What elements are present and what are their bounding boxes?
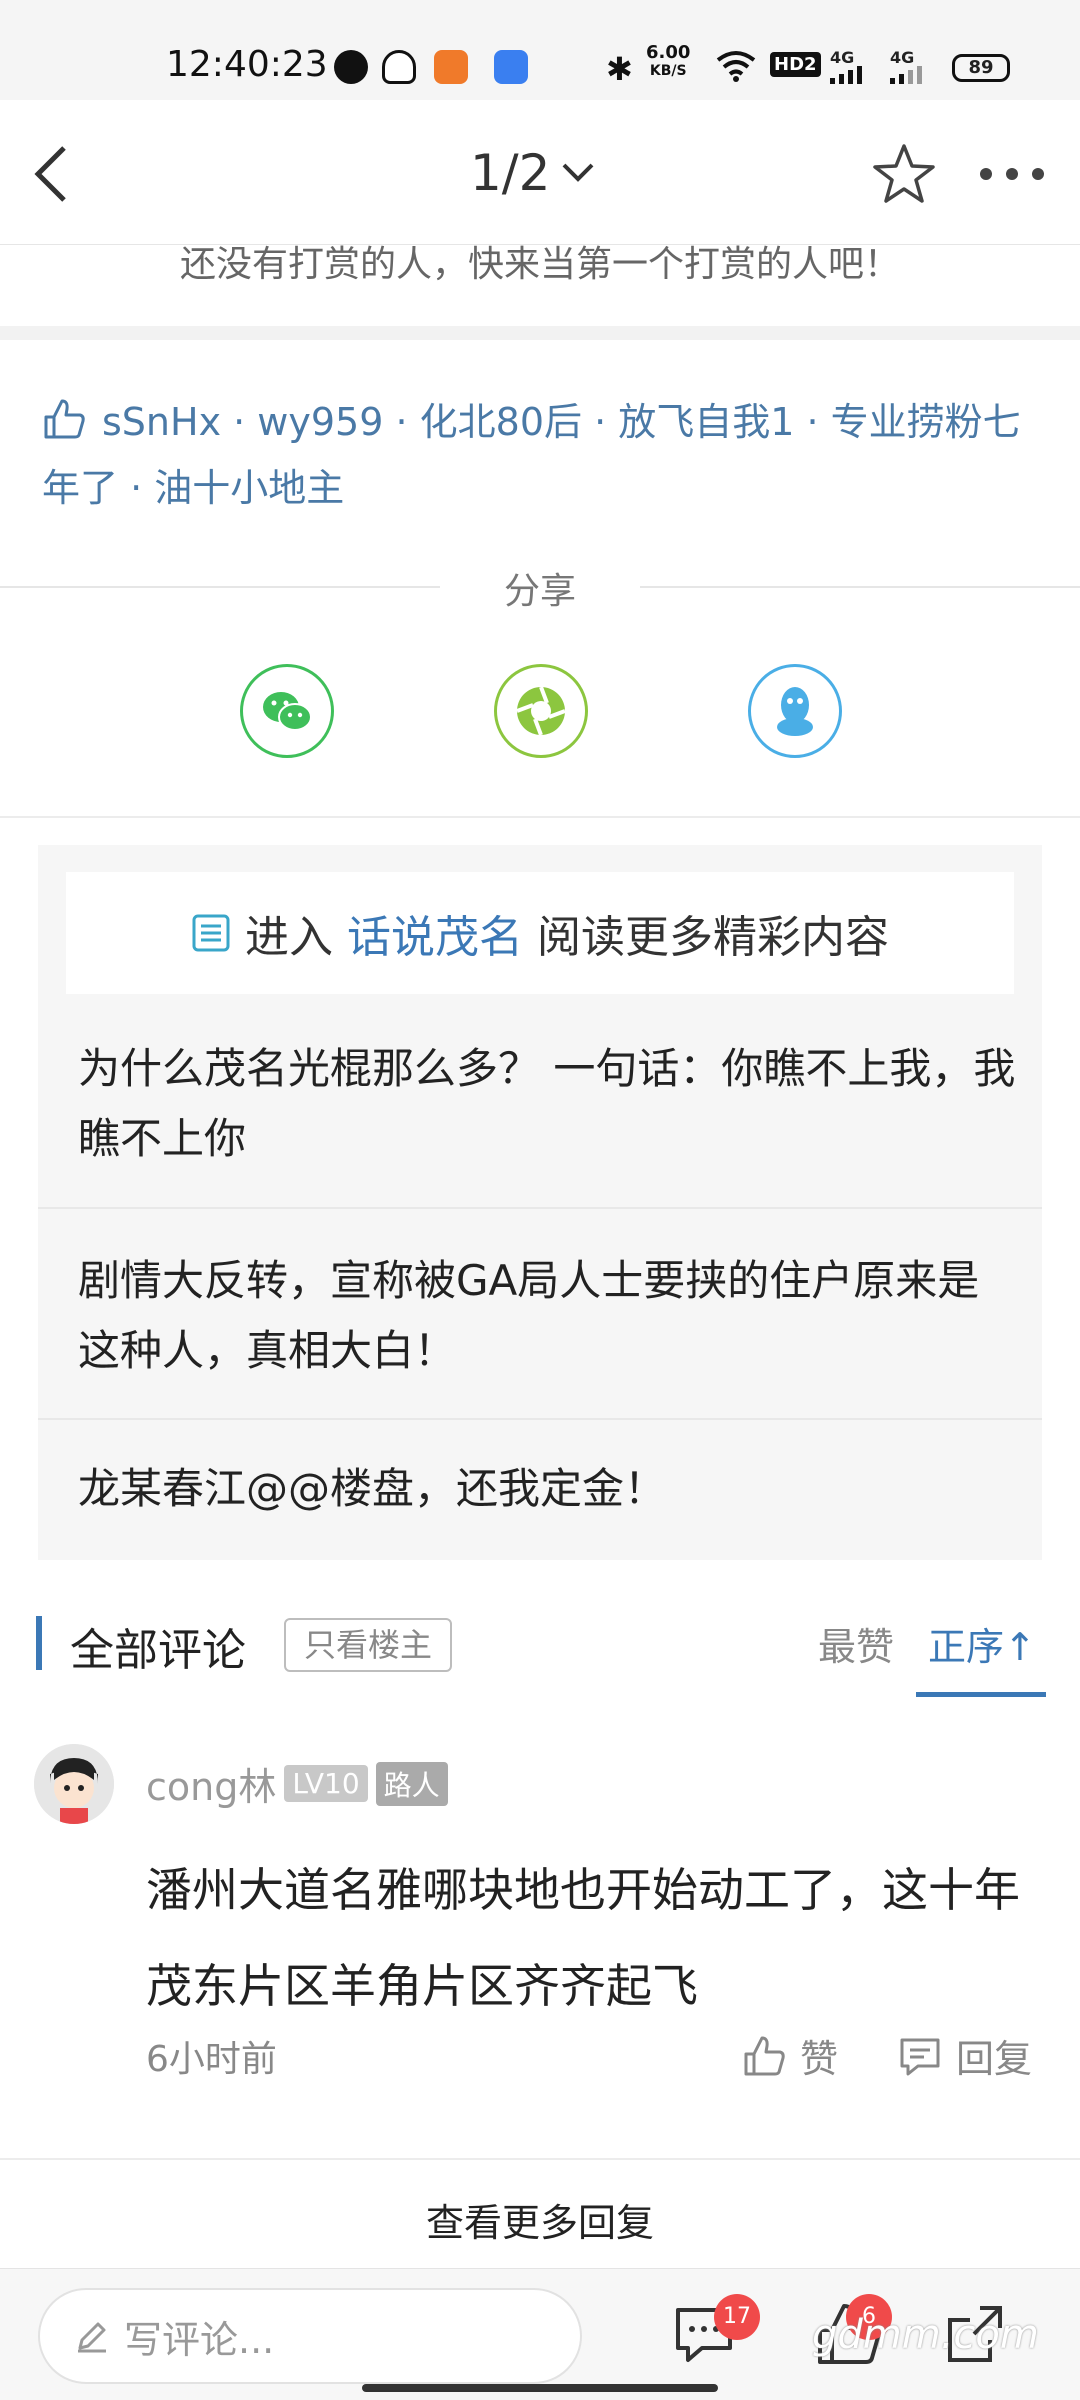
site-watermark: gdmm.com [812, 2312, 1039, 2358]
comment-body: 潘州大道名雅哪块地也开始动工了，这十年茂东片区羊角片区齐齐起飞 [146, 1863, 1020, 2013]
comment-bubble-icon [900, 2038, 940, 2075]
thumbs-up-icon [744, 2036, 785, 2075]
star-icon [873, 144, 935, 203]
pencil-icon [78, 2322, 106, 2353]
level-badge: LV10 [284, 1765, 368, 1802]
sort-ascending-tab[interactable]: 正序↑ [928, 1616, 1036, 1671]
comment-reply-label: 回复 [956, 2037, 1033, 2081]
favorite-button[interactable] [872, 142, 936, 210]
reward-empty-text: 还没有打赏的人，快来当第一个打赏的人吧！ [179, 244, 900, 285]
replies-divider [0, 2158, 1080, 2160]
top-nav-bar: 1/2 [0, 100, 1080, 245]
page-indicator-label: 1/2 [470, 144, 551, 202]
comment-input-placeholder: 写评论... [124, 2317, 275, 2362]
status-time: 12:40:23 [166, 44, 328, 85]
recommended-divider [38, 1418, 1042, 1420]
comment-reply-button[interactable]: 回复 [898, 2028, 1032, 2083]
app-notification-icon [334, 50, 368, 84]
share-divider-right [640, 586, 1080, 588]
read-more-label: 阅读更多精彩内容 [537, 912, 889, 963]
avatar[interactable] [34, 1744, 114, 1824]
active-tab-underline [916, 1692, 1046, 1697]
view-more-replies-button[interactable]: 查看更多回复 [0, 2192, 1080, 2247]
share-moments-button[interactable] [494, 664, 588, 758]
status-bar: 12:40:23 ✱ 6.00 KB/S HD2 4G 4G 89 [0, 0, 1080, 100]
back-arrow-icon [34, 146, 66, 202]
comment-like-label: 赞 [800, 2037, 839, 2081]
signal-2-label: 4G [890, 48, 915, 67]
signal-2-icon [890, 66, 926, 88]
page-selector[interactable]: 1/2 [470, 144, 596, 202]
enter-label: 进入 [245, 912, 333, 963]
battery-indicator: 89 [952, 54, 1010, 82]
write-comment-input[interactable]: 写评论... [38, 2288, 582, 2384]
comment-like-button[interactable]: 赞 [742, 2028, 838, 2083]
recommended-item[interactable]: 剧情大反转，宣称被GA局人士要挟的住户原来是这种人，真相大白！ [78, 1246, 1018, 1386]
net-speed: 6.00 KB/S [646, 42, 691, 80]
comment-count-badge: 17 [714, 2294, 760, 2340]
thumbs-up-icon [42, 397, 86, 458]
wifi-icon [716, 50, 756, 86]
chevron-down-icon [563, 163, 594, 182]
document-list-icon [192, 914, 230, 952]
cartoon-avatar-icon [34, 1744, 114, 1824]
recommended-divider [38, 1207, 1042, 1209]
recommended-item[interactable]: 龙某春江@@楼盘，还我定金！ [78, 1454, 1018, 1524]
back-button[interactable] [30, 144, 74, 208]
comment-time: 6小时前 [146, 2039, 277, 2080]
bluetooth-icon: ✱ [606, 50, 633, 88]
recommended-item[interactable]: 为什么茂名光棍那么多？ 一句话：你瞧不上我，我瞧不上你 [78, 1034, 1018, 1174]
more-dots-icon [980, 168, 1044, 180]
app-notification-icon-2 [494, 50, 528, 84]
likes-list: sSnHx · wy959 · 化北80后 · 放飞自我1 · 专业捞粉七年了 … [42, 392, 1042, 518]
moments-icon [516, 686, 566, 736]
hd-badge: HD2 [770, 52, 821, 77]
home-indicator[interactable] [362, 2384, 718, 2392]
share-label: 分享 [503, 571, 576, 612]
signal-1-label: 4G [830, 48, 855, 67]
qq-icon [777, 687, 813, 736]
share-wechat-button[interactable] [240, 664, 334, 758]
section-accent-bar [36, 1616, 42, 1670]
forum-name-link[interactable]: 话说茂名 [347, 901, 523, 965]
wechat-icon [263, 692, 312, 731]
comment-user: cong林 LV10 路人 [146, 1756, 448, 1811]
likes-users-text[interactable]: sSnHx · wy959 · 化北80后 · 放飞自我1 · 专业捞粉七年了 … [42, 400, 1021, 510]
only-owner-button[interactable]: 只看楼主 [284, 1618, 452, 1672]
section-gap [0, 326, 1080, 340]
sort-most-liked-tab[interactable]: 最赞 [818, 1616, 894, 1671]
qq-notification-icon [382, 50, 416, 84]
enter-forum-banner[interactable]: 进入 话说茂名 阅读更多精彩内容 [66, 872, 1014, 994]
share-qq-button[interactable] [748, 664, 842, 758]
rank-badge: 路人 [375, 1761, 448, 1806]
comment-username[interactable]: cong林 [146, 1756, 276, 1811]
signal-1-icon [830, 66, 866, 88]
kuaishou-notification-icon [434, 50, 468, 84]
share-bottom-divider [0, 816, 1080, 818]
more-button[interactable] [976, 164, 1048, 188]
all-comments-title: 全部评论 [70, 1625, 246, 1676]
